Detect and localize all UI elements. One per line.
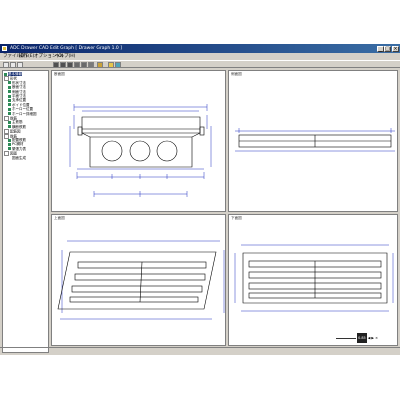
- tree-node-icon: [8, 112, 11, 116]
- title-bar[interactable]: ADC Drawer CAD Edit Graph [ Drawer Graph…: [0, 44, 400, 53]
- save-icon[interactable]: [10, 62, 16, 68]
- tree-node-icon: [4, 72, 7, 76]
- menu-help[interactable]: ヘルプ(H): [55, 53, 75, 60]
- bottom-drawing: [234, 244, 394, 312]
- zoom-prev-icon[interactable]: ◀: [368, 336, 371, 340]
- tree-item-drawing-generate[interactable]: 図面生成: [12, 156, 26, 160]
- print-icon[interactable]: [17, 62, 23, 68]
- zoom-next-icon[interactable]: ▶: [371, 336, 374, 340]
- tree-node-icon: [8, 81, 11, 85]
- section-view-pane[interactable]: 断面図: [51, 70, 226, 212]
- toolbar: [0, 60, 400, 68]
- menu-bar: ファイル(F) 操作(E) オプション(O) ヘルプ(H): [0, 53, 400, 60]
- section-drawing: [69, 104, 212, 197]
- zoom-icon[interactable]: [53, 62, 59, 68]
- side-view-pane[interactable]: 側面図: [228, 70, 398, 212]
- zoom-value[interactable]: 0.85: [357, 333, 367, 343]
- zoom-slider[interactable]: [336, 337, 356, 339]
- tree-node-icon: [8, 90, 11, 94]
- application-window: ADC Drawer CAD Edit Graph [ Drawer Graph…: [0, 44, 400, 355]
- maximize-button[interactable]: □: [384, 45, 391, 52]
- app-icon: [2, 46, 7, 51]
- open-icon[interactable]: [3, 62, 9, 68]
- window-title: ADC Drawer CAD Edit Graph [ Drawer Graph…: [10, 46, 122, 51]
- tree-node-icon: [8, 147, 11, 151]
- tree-node-icon: [8, 142, 11, 146]
- text-icon[interactable]: [88, 62, 94, 68]
- help-icon[interactable]: [97, 62, 103, 68]
- grid-icon[interactable]: [74, 62, 80, 68]
- side-drawing: [235, 128, 395, 152]
- zoom-control: 0.85 ◀ ▶ ×: [336, 333, 396, 343]
- zoom-close-icon[interactable]: ×: [375, 336, 378, 340]
- status-bar: [0, 347, 400, 355]
- tree-node-icon: [8, 103, 11, 107]
- close-button[interactable]: ×: [392, 45, 399, 52]
- folder-icon: [4, 151, 9, 157]
- top-drawing: [57, 240, 225, 320]
- navigation-tree: 基本情報 形状 形状寸法 断面寸法 側面寸法 平面寸法 支承位置 ボイド位置 ホ…: [2, 70, 49, 353]
- tree-node-icon: [8, 138, 11, 142]
- tree-node-icon: [8, 98, 11, 102]
- info-icon[interactable]: [108, 62, 114, 68]
- layer-icon[interactable]: [81, 62, 87, 68]
- tree-node-icon: [8, 94, 11, 98]
- menu-operation[interactable]: 操作(E): [19, 53, 34, 60]
- settings-icon[interactable]: [115, 62, 121, 68]
- minimize-button[interactable]: _: [377, 45, 384, 52]
- pan-icon[interactable]: [67, 62, 73, 68]
- tree-node-icon: [8, 120, 11, 124]
- bottom-view-pane[interactable]: 下面図 0.85 ◀ ▶ ×: [228, 214, 398, 346]
- tree-node-icon: [8, 85, 11, 89]
- tree-node-icon: [8, 125, 11, 129]
- top-view-pane[interactable]: 上面図: [51, 214, 226, 346]
- tree-node-icon: [8, 107, 11, 111]
- view-icon[interactable]: [60, 62, 66, 68]
